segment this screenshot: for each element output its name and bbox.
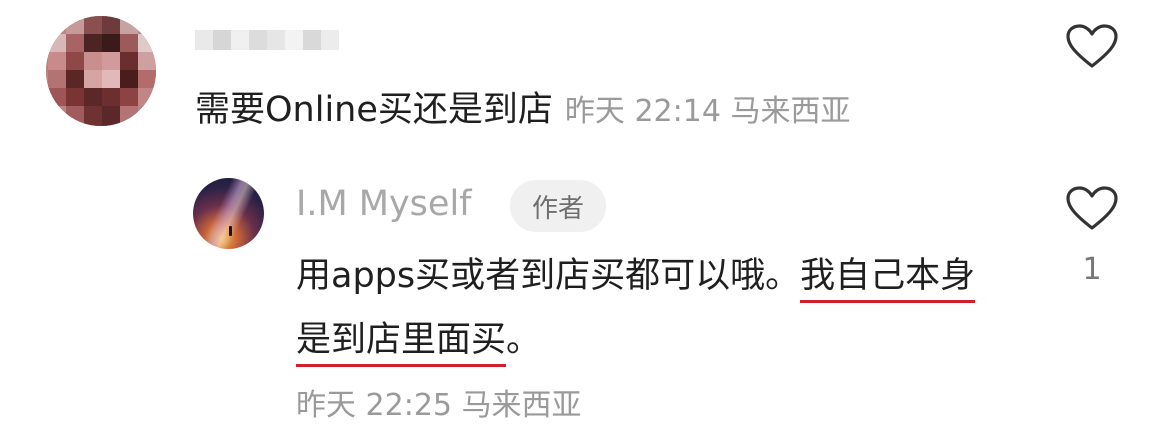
like-button-comment[interactable] [1066,24,1118,70]
comment-location: 马来西亚 [730,94,851,129]
reply-time: 22:25 [365,388,453,423]
heart-icon [1066,186,1118,230]
reply-author-name[interactable]: I.M Myself [296,180,472,228]
reply-text-end: 。 [506,320,542,360]
comment-date: 昨天 [564,94,625,129]
reply-location: 马来西亚 [461,388,582,423]
comment-text: 需要Online买还是到店 [195,90,553,130]
heart-icon [1066,24,1118,68]
reply-date: 昨天 [296,388,356,423]
commenter-avatar[interactable] [46,16,156,126]
author-avatar[interactable] [193,178,264,249]
commenter-name-redacted[interactable] [195,30,339,50]
author-badge: 作者 [510,180,606,232]
reply-like-count: 1 [1082,252,1102,287]
reply-text-plain: 用apps买或者到店买都可以哦。 [296,256,801,296]
comment-meta: 昨天 22:14 马来西亚 [565,94,851,129]
reply-meta: 昨天 22:25 马来西亚 [296,382,582,430]
like-button-reply[interactable] [1066,186,1118,232]
comment-body[interactable]: 需要Online买还是到店 昨天 22:14 马来西亚 [195,86,850,136]
reply-body[interactable]: 用apps买或者到店买都可以哦。我自己本身是到店里面买。 [296,244,996,372]
comment-time: 22:14 [634,94,721,129]
